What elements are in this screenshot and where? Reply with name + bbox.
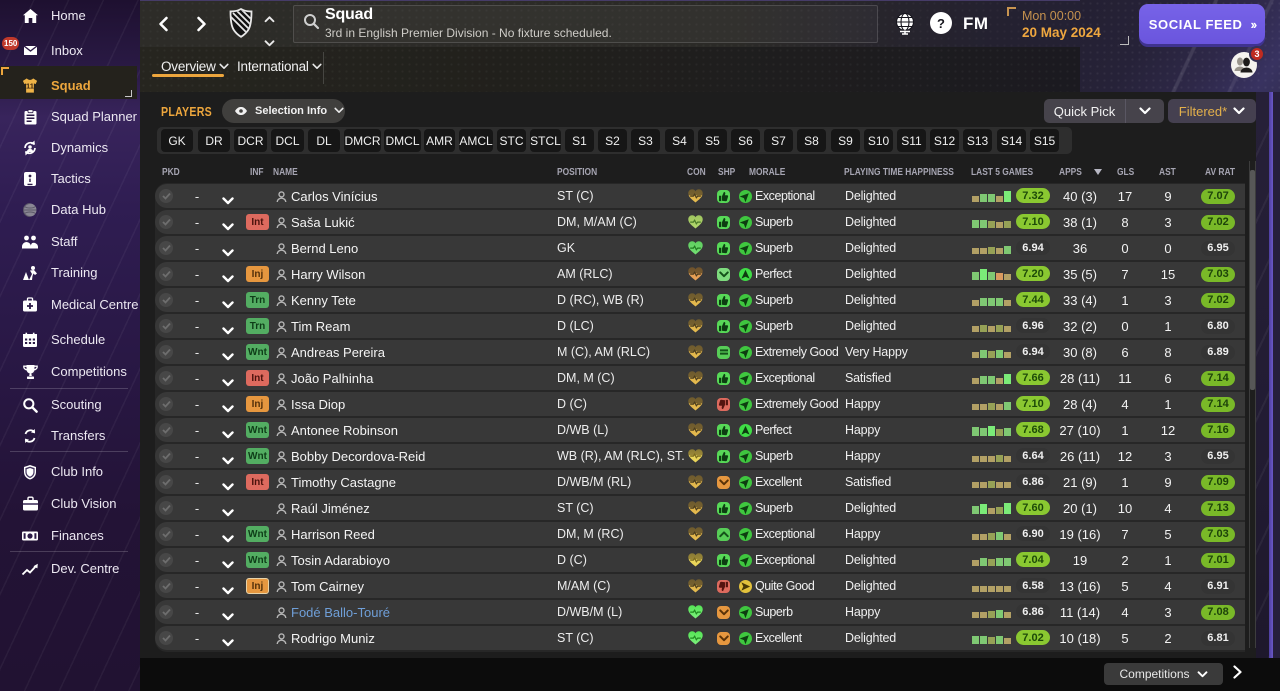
svg-text:11: 11 [26,81,34,90]
